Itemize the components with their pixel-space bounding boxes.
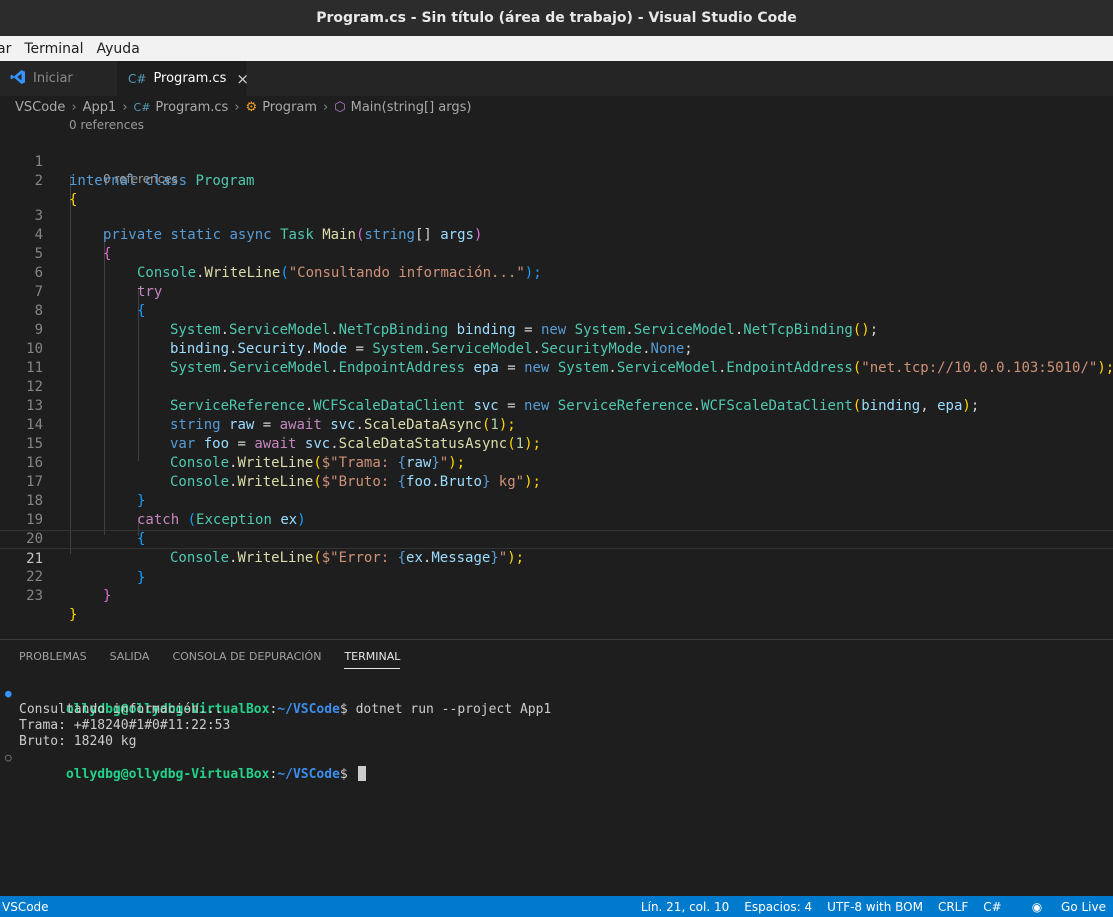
editor-tabs: Iniciar C# Program.cs ×: [0, 61, 1113, 96]
terminal-line: ● ollydbg@ollydbg-VirtualBox:~/VSCode$ do…: [5, 686, 552, 717]
menu-item-terminal[interactable]: Terminal: [24, 41, 83, 57]
csharp-file-icon: C#: [128, 71, 147, 86]
code-editor[interactable]: 0 references 1 internal class Program 2 …: [0, 118, 1113, 638]
tab-consola-depuracion[interactable]: CONSOLA DE DEPURACIÓN: [172, 650, 321, 669]
code-line: 19 {: [0, 492, 1113, 547]
code-line: 18 catch (Exception ex): [0, 473, 1113, 528]
status-eol[interactable]: CRLF: [938, 900, 968, 914]
window-title: Program.cs - Sin título (área de trabajo…: [0, 0, 1113, 36]
codelens-references[interactable]: 0 references: [69, 118, 144, 133]
breadcrumb-item-method[interactable]: Main(string[] args): [351, 100, 472, 115]
tab-terminal[interactable]: TERMINAL: [344, 650, 401, 669]
csharp-file-icon: C#: [133, 100, 151, 114]
terminal-line: Trama: +#18240#1#0#11:22:53: [19, 718, 231, 733]
code-line: 8 System.ServiceModel.NetTcpBinding bind…: [0, 283, 1113, 338]
code-line: 23 }: [0, 568, 1113, 623]
tab-label: Iniciar: [33, 71, 73, 86]
terminal-line: Consultando información...: [19, 702, 223, 717]
chevron-right-icon: ›: [234, 99, 240, 115]
method-icon: ⬡: [334, 99, 346, 115]
code-line: 3 private static async Task Main(string[…: [0, 188, 1113, 243]
breadcrumb: VSCode › App1 › C# Program.cs › ⚙ Progra…: [0, 96, 1113, 118]
code-line: 16 Console.WriteLine($"Bruto: {foo.Bruto…: [0, 435, 1113, 490]
tab-problemas[interactable]: PROBLEMAS: [19, 650, 87, 669]
command-pending-icon[interactable]: ○: [5, 750, 12, 766]
status-indentation[interactable]: Espacios: 4: [744, 900, 812, 914]
menu-item-ayuda[interactable]: Ayuda: [97, 41, 140, 57]
broadcast-icon: ◉: [1031, 899, 1043, 914]
breadcrumb-item-app1[interactable]: App1: [83, 100, 117, 115]
code-line: 17 }: [0, 454, 1113, 509]
code-line: 6 try: [0, 245, 1113, 300]
panel-tabs: PROBLEMAS SALIDA CONSOLA DE DEPURACIÓN T…: [19, 650, 423, 669]
breadcrumb-item-file[interactable]: Program.cs: [155, 100, 228, 115]
terminal-cursor: [357, 766, 366, 781]
class-icon: ⚙: [245, 99, 258, 115]
code-line: 13 string raw = await svc.ScaleDataAsync…: [0, 378, 1113, 433]
tab-salida[interactable]: SALIDA: [110, 650, 150, 669]
tab-label: Program.cs: [153, 71, 227, 86]
code-line: 14 var foo = await svc.ScaleDataStatusAs…: [0, 397, 1113, 452]
vscode-logo-icon: [10, 69, 26, 88]
chevron-right-icon: ›: [122, 99, 128, 115]
code-line: 7 {: [0, 264, 1113, 319]
code-line: 4 {: [0, 207, 1113, 262]
code-line: 9 binding.Security.Mode = System.Service…: [0, 302, 1113, 357]
status-cursor-position[interactable]: Lín. 21, col. 10: [641, 900, 729, 914]
code-line: 2 {: [0, 153, 1113, 208]
status-workspace[interactable]: VSCode: [2, 900, 49, 914]
menu-item-ver[interactable]: ar: [0, 41, 11, 57]
code-line: 12 ServiceReference.WCFScaleDataClient s…: [0, 359, 1113, 414]
terminal-line: ○ ollydbg@ollydbg-VirtualBox:~/VSCode$: [0, 750, 1113, 782]
code-line: 20 Console.WriteLine($"Error: {ex.Messag…: [0, 511, 1113, 566]
tab-iniciar[interactable]: Iniciar: [0, 61, 118, 96]
line-number: 23: [26, 588, 43, 604]
code-line: 1 internal class Program: [0, 134, 1113, 189]
code-line: 22 }: [0, 549, 1113, 604]
status-encoding[interactable]: UTF-8 with BOM: [827, 900, 923, 914]
code-line: 5 Console.WriteLine("Consultando informa…: [0, 226, 1113, 281]
chevron-right-icon: ›: [71, 99, 77, 115]
terminal-line: Bruto: 18240 kg: [19, 734, 137, 749]
terminal[interactable]: ● ollydbg@ollydbg-VirtualBox:~/VSCode$ do…: [0, 686, 1113, 782]
breadcrumb-item-vscode[interactable]: VSCode: [15, 100, 65, 115]
codelens-references[interactable]: 0 references: [103, 172, 178, 187]
menu-bar: ar Terminal Ayuda: [0, 36, 1113, 61]
status-language[interactable]: C#: [983, 900, 1001, 914]
chevron-right-icon: ›: [323, 99, 329, 115]
code-line: 11: [0, 340, 1113, 376]
current-line: 21 }: [0, 530, 1113, 586]
breadcrumb-item-class[interactable]: Program: [262, 100, 317, 115]
code-line: 15 Console.WriteLine($"Trama: {raw}");: [0, 416, 1113, 471]
command-success-icon[interactable]: ●: [5, 686, 12, 702]
status-bar: VSCode Lín. 21, col. 10 Espacios: 4 UTF-…: [0, 896, 1113, 917]
status-go-live[interactable]: ◉ Go Live: [1017, 900, 1106, 914]
close-icon[interactable]: ×: [236, 70, 249, 88]
bottom-panel: PROBLEMAS SALIDA CONSOLA DE DEPURACIÓN T…: [0, 639, 1113, 896]
code-line: 10 System.ServiceModel.EndpointAddress e…: [0, 321, 1113, 376]
tab-program-cs[interactable]: C# Program.cs ×: [118, 61, 249, 96]
